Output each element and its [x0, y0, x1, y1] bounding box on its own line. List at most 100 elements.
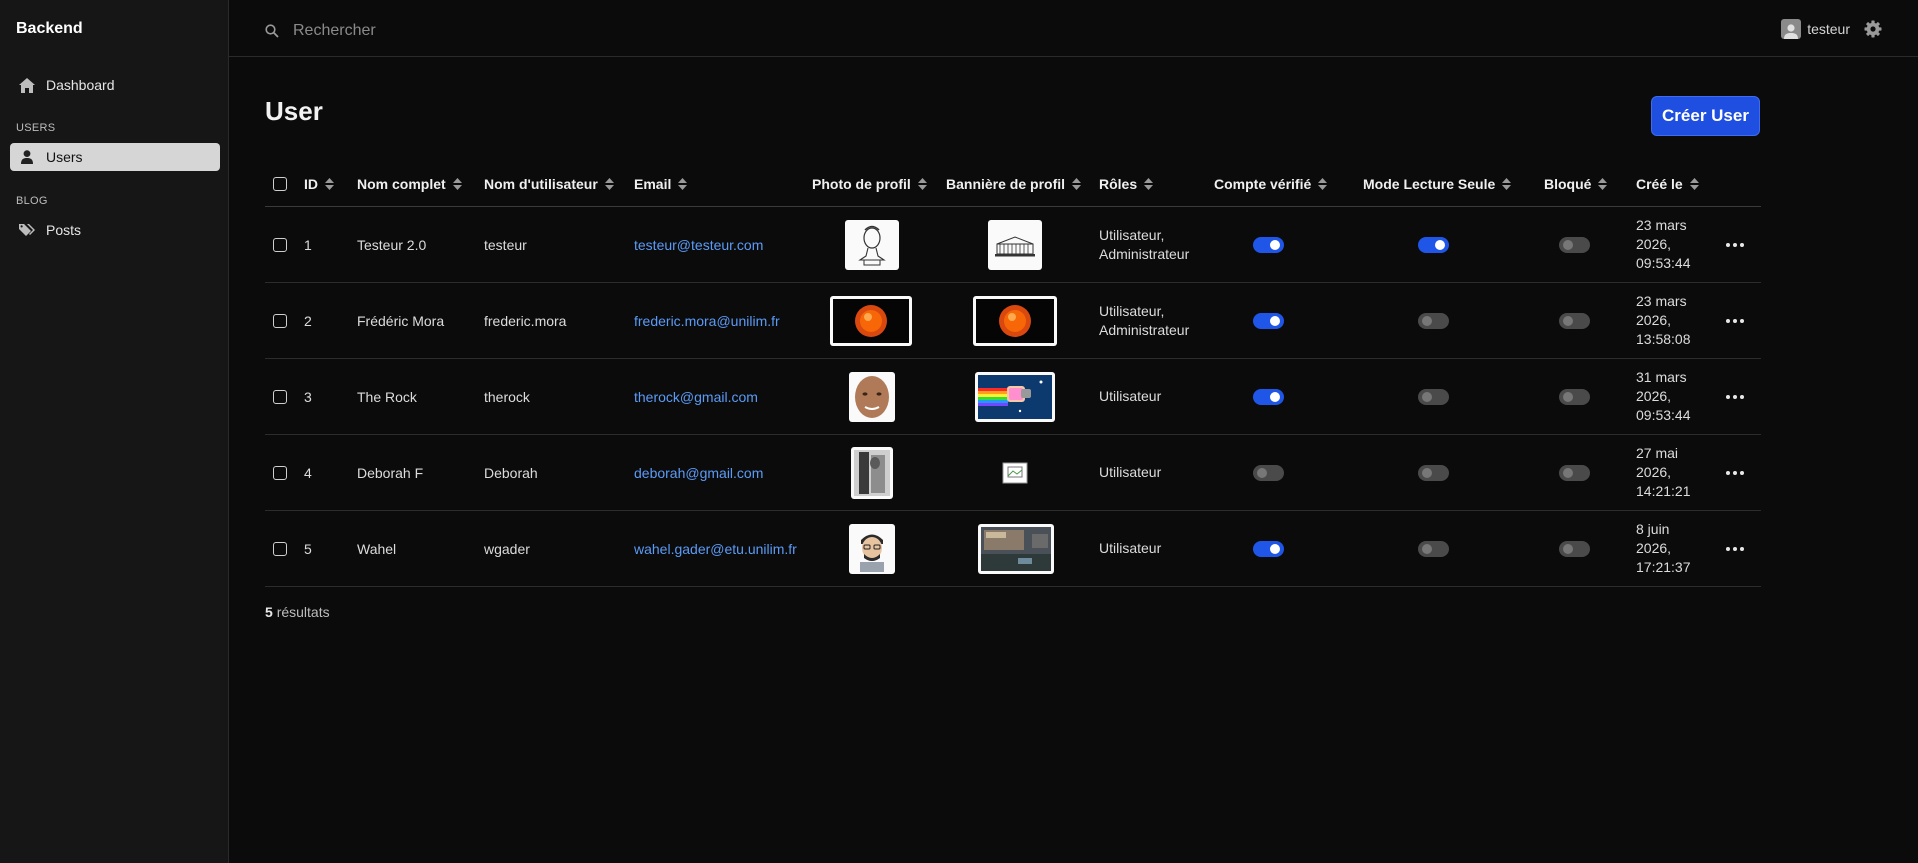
cell-roles: Utilisateur, Administrateur — [1099, 302, 1190, 338]
table-row[interactable]: 4 Deborah F Deborah deborah@gmail.com Ut… — [265, 435, 1761, 511]
email-link[interactable]: deborah@gmail.com — [634, 465, 763, 481]
cell-username: therock — [484, 388, 530, 405]
cell-full-name: Wahel — [357, 540, 397, 557]
sidebar-item-label: Dashboard — [46, 77, 115, 93]
blocked-toggle[interactable] — [1559, 540, 1590, 557]
sort-icon — [604, 178, 614, 190]
verified-toggle[interactable] — [1253, 236, 1284, 253]
email-link[interactable]: wahel.gader@etu.unilim.fr — [634, 541, 797, 557]
verified-toggle[interactable] — [1253, 312, 1284, 329]
sort-icon — [1144, 178, 1154, 190]
row-checkbox[interactable] — [273, 541, 287, 556]
cell-created: 31 mars 2026, 09:53:44 — [1636, 369, 1691, 423]
cell-username: wgader — [484, 540, 530, 557]
page-title: User — [265, 96, 323, 126]
broken-image-icon — [1002, 462, 1028, 483]
row-checkbox[interactable] — [273, 389, 287, 404]
sidebar-item-posts[interactable]: Posts — [10, 216, 220, 244]
row-checkbox[interactable] — [273, 313, 287, 328]
gear-icon[interactable] — [1864, 20, 1882, 43]
col-header-roles[interactable]: Rôles — [1099, 162, 1154, 206]
table-row[interactable]: 5 Wahel wgader wahel.gader@etu.unilim.fr — [265, 511, 1761, 587]
row-actions-icon[interactable] — [1726, 470, 1744, 475]
profile-photo — [849, 371, 895, 422]
cell-roles: Utilisateur — [1099, 540, 1162, 556]
sort-icon — [917, 178, 927, 190]
col-header-blocked[interactable]: Bloqué — [1544, 162, 1608, 206]
sort-icon — [1598, 178, 1608, 190]
sort-icon — [1072, 178, 1082, 190]
col-header-verified[interactable]: Compte vérifié — [1214, 162, 1328, 206]
row-actions-icon[interactable] — [1726, 394, 1744, 399]
readonly-toggle[interactable] — [1418, 236, 1449, 253]
sidebar-item-label: Users — [46, 149, 83, 165]
cell-roles: Utilisateur — [1099, 388, 1162, 404]
cell-created: 23 mars 2026, 09:53:44 — [1636, 217, 1691, 271]
cell-id: 5 — [304, 540, 312, 557]
cell-created: 8 juin 2026, 17:21:37 — [1636, 521, 1691, 575]
email-link[interactable]: therock@gmail.com — [634, 389, 758, 405]
sidebar-item-label: Posts — [46, 222, 82, 238]
users-table: ID Nom complet Nom d'utilisateur Email P… — [265, 162, 1761, 587]
table-row[interactable]: 2 Frédéric Mora frederic.mora frederic.m… — [265, 283, 1761, 359]
col-header-email[interactable]: Email — [634, 162, 688, 206]
col-header-readonly[interactable]: Mode Lecture Seule — [1363, 162, 1512, 206]
blocked-toggle[interactable] — [1559, 464, 1590, 481]
row-actions-icon[interactable] — [1726, 546, 1744, 551]
email-link[interactable]: frederic.mora@unilim.fr — [634, 313, 780, 329]
row-checkbox[interactable] — [273, 465, 287, 480]
checkbox[interactable] — [273, 177, 287, 191]
topbar: testeur — [229, 0, 1918, 57]
nav-section-users: USERS — [16, 122, 56, 134]
table-row[interactable]: 1 Testeur 2.0 testeur testeur@testeur.co… — [265, 207, 1761, 283]
verified-toggle[interactable] — [1253, 388, 1284, 405]
tags-icon — [18, 221, 36, 239]
profile-photo — [830, 295, 912, 346]
user-menu[interactable]: testeur — [1781, 19, 1850, 39]
sort-icon — [1502, 178, 1512, 190]
col-header-username[interactable]: Nom d'utilisateur — [484, 162, 614, 206]
col-header-banner[interactable]: Bannière de profil — [946, 162, 1082, 206]
table-row[interactable]: 3 The Rock therock therock@gmail.com Uti… — [265, 359, 1761, 435]
cell-id: 3 — [304, 388, 312, 405]
blocked-toggle[interactable] — [1559, 312, 1590, 329]
nav-section-blog: BLOG — [16, 195, 48, 207]
sidebar-item-dashboard[interactable]: Dashboard — [10, 71, 220, 99]
row-actions-icon[interactable] — [1726, 318, 1744, 323]
verified-toggle[interactable] — [1253, 540, 1284, 557]
readonly-toggle[interactable] — [1418, 312, 1449, 329]
col-header-full-name[interactable]: Nom complet — [357, 162, 462, 206]
verified-toggle[interactable] — [1253, 464, 1284, 481]
row-actions-icon[interactable] — [1726, 242, 1744, 247]
row-checkbox[interactable] — [273, 237, 287, 252]
col-header-photo[interactable]: Photo de profil — [812, 162, 927, 206]
create-user-button[interactable]: Créer User — [1651, 96, 1760, 136]
avatar — [1781, 19, 1802, 39]
cell-roles: Utilisateur, Administrateur — [1099, 226, 1190, 262]
search-icon — [265, 24, 279, 43]
cell-roles: Utilisateur — [1099, 464, 1162, 480]
cell-id: 4 — [304, 464, 312, 481]
profile-photo — [845, 219, 899, 270]
sort-icon — [325, 178, 334, 190]
profile-photo — [851, 446, 893, 499]
profile-banner — [975, 371, 1055, 422]
col-header-id[interactable]: ID — [304, 162, 334, 206]
col-header-created[interactable]: Créé le — [1636, 162, 1699, 206]
profile-banner — [978, 523, 1054, 574]
brand-title: Backend — [16, 20, 83, 37]
blocked-toggle[interactable] — [1559, 388, 1590, 405]
cell-full-name: Testeur 2.0 — [357, 236, 427, 253]
username-label: testeur — [1807, 21, 1850, 37]
search-input[interactable] — [291, 17, 695, 45]
cell-username: frederic.mora — [484, 312, 567, 329]
sort-icon — [1318, 178, 1328, 190]
readonly-toggle[interactable] — [1418, 464, 1449, 481]
blocked-toggle[interactable] — [1559, 236, 1590, 253]
readonly-toggle[interactable] — [1418, 388, 1449, 405]
readonly-toggle[interactable] — [1418, 540, 1449, 557]
select-all-checkbox[interactable] — [273, 162, 287, 206]
results-count: 5 résultats — [265, 604, 330, 620]
sidebar-item-users[interactable]: Users — [10, 143, 220, 171]
email-link[interactable]: testeur@testeur.com — [634, 237, 763, 253]
